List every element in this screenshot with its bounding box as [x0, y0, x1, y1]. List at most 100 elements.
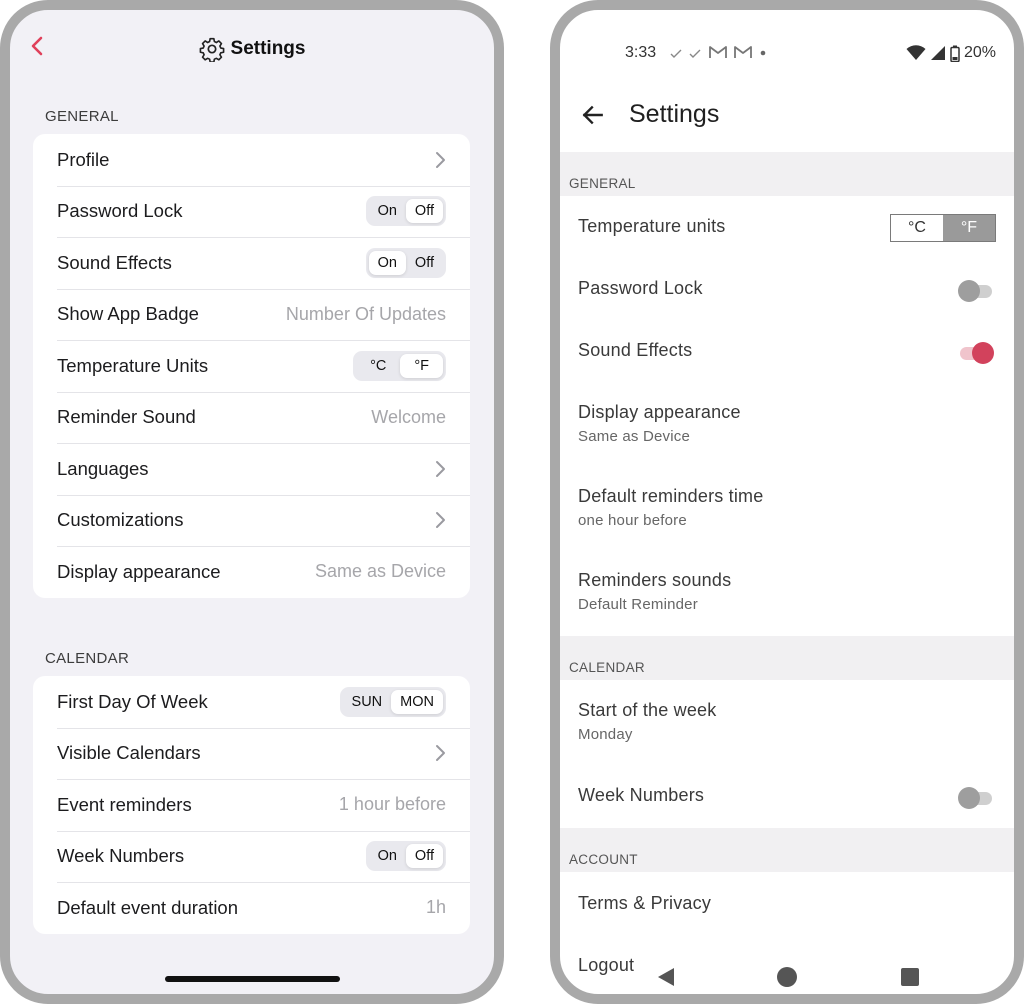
gear-icon: [199, 37, 224, 62]
row-sound-effects: Sound Effects On Off: [33, 237, 470, 289]
segment-fahrenheit[interactable]: °F: [943, 215, 995, 241]
row-temperature-units: Temperature Units °C °F: [33, 340, 470, 392]
page-title: Settings: [629, 100, 720, 128]
row-value: Same as Device: [314, 561, 446, 582]
section-title-calendar: CALENDAR: [45, 650, 130, 667]
segment-mon[interactable]: MON: [391, 689, 443, 714]
segment-celsius[interactable]: °C: [891, 215, 943, 241]
row-label: Sound Effects: [578, 340, 693, 360]
row-event-reminders[interactable]: Event reminders 1 hour before: [33, 779, 470, 831]
row-customizations[interactable]: Customizations: [33, 494, 470, 547]
row-default-event-duration[interactable]: Default event duration 1h: [33, 882, 470, 934]
chevron-right-icon: [436, 512, 445, 529]
row-label: Default event duration: [57, 896, 239, 918]
calendar-settings-card: First Day Of Week SUN MON Visible Calend…: [33, 676, 470, 934]
row-label: Password Lock: [57, 200, 183, 222]
sound-effects-toggle[interactable]: [958, 341, 996, 364]
gmail-icon: [734, 46, 752, 58]
nav-recents-icon[interactable]: [900, 967, 920, 987]
segment-fahrenheit[interactable]: °F: [400, 353, 443, 378]
wifi-icon: [906, 45, 926, 60]
row-value: 1h: [425, 897, 446, 918]
row-label: Start of the week: [578, 700, 717, 720]
row-sound-effects[interactable]: Sound Effects: [578, 340, 996, 361]
android-header: Settings: [560, 82, 1014, 150]
row-label: Customizations: [57, 509, 184, 531]
row-label: Show App Badge: [57, 303, 199, 325]
row-languages[interactable]: Languages: [33, 443, 470, 495]
row-terms-privacy[interactable]: Terms & Privacy: [578, 893, 996, 914]
temperature-segmented: °C °F: [353, 350, 446, 381]
nav-home-icon[interactable]: [775, 965, 799, 989]
password-lock-toggle[interactable]: [958, 279, 996, 302]
check-icon: [670, 49, 682, 58]
nav-back-icon[interactable]: [656, 966, 676, 988]
row-label: Reminders sounds: [578, 570, 732, 590]
row-label: Display appearance: [57, 560, 221, 582]
row-label: Visible Calendars: [57, 742, 201, 764]
row-label: Reminder Sound: [57, 406, 196, 428]
row-display-appearance[interactable]: Display appearance Same as Device: [33, 546, 470, 598]
segment-on[interactable]: On: [368, 250, 406, 275]
page-title: Settings: [230, 38, 306, 59]
row-reminders-sounds[interactable]: Reminders sounds Default Reminder: [578, 570, 996, 613]
home-indicator[interactable]: [165, 976, 340, 982]
segment-off[interactable]: Off: [405, 844, 443, 869]
row-label: Week Numbers: [578, 785, 705, 805]
segment-on[interactable]: On: [369, 199, 406, 223]
status-time: 3:33: [625, 44, 657, 61]
notification-icons: [670, 46, 767, 62]
segment-on[interactable]: On: [369, 844, 406, 868]
section-title-general: GENERAL: [560, 152, 1014, 196]
row-subtitle: one hour before: [578, 512, 687, 529]
chevron-right-icon: [436, 460, 445, 477]
segment-celsius[interactable]: °C: [356, 354, 400, 378]
section-title-calendar: CALENDAR: [560, 636, 1014, 680]
row-start-of-week[interactable]: Start of the week Monday: [578, 700, 996, 743]
chevron-right-icon: [436, 151, 445, 168]
row-password-lock: Password Lock On Off: [33, 185, 470, 238]
row-label: Profile: [57, 148, 110, 170]
row-label: Event reminders: [57, 793, 192, 815]
row-password-lock[interactable]: Password Lock: [578, 278, 996, 299]
signal-icon: [930, 46, 945, 60]
ios-header: Settings: [10, 10, 494, 90]
gmail-icon: [708, 46, 727, 58]
row-label: Temperature Units: [57, 354, 209, 376]
row-subtitle: Monday: [578, 726, 633, 743]
row-label: Languages: [57, 457, 149, 479]
row-week-numbers[interactable]: Week Numbers: [578, 785, 996, 806]
android-nav-bar: [560, 962, 1014, 992]
week-numbers-toggle[interactable]: [958, 786, 996, 809]
row-value: Number Of Updates: [285, 303, 446, 324]
row-value: Welcome: [371, 406, 446, 427]
status-right: 20%: [906, 44, 996, 62]
row-show-app-badge[interactable]: Show App Badge Number Of Updates: [33, 288, 470, 341]
row-label: First Day Of Week: [57, 690, 208, 712]
row-reminder-sound[interactable]: Reminder Sound Welcome: [33, 391, 470, 444]
segment-off[interactable]: Off: [405, 199, 443, 224]
row-default-reminders-time[interactable]: Default reminders time one hour before: [578, 486, 996, 529]
android-phone-frame: 3:33 20% Settings GENERAL Temperature un…: [550, 0, 1024, 1004]
sound-effects-segmented: On Off: [365, 247, 446, 278]
segment-off[interactable]: Off: [406, 251, 443, 275]
row-subtitle: Same as Device: [578, 428, 691, 445]
chevron-right-icon: [436, 745, 445, 762]
temperature-segmented: °C °F: [890, 214, 996, 242]
dot-icon: [761, 50, 766, 56]
row-first-day-of-week: First Day Of Week SUN MON: [33, 676, 470, 728]
row-subtitle: Default Reminder: [578, 596, 698, 613]
status-bar: 3:33 20%: [560, 38, 1014, 68]
first-day-segmented: SUN MON: [339, 686, 446, 717]
row-profile[interactable]: Profile: [33, 134, 470, 186]
arrow-left-icon[interactable]: [580, 102, 606, 128]
segment-sun[interactable]: SUN: [343, 690, 392, 714]
row-visible-calendars[interactable]: Visible Calendars: [33, 727, 470, 780]
section-title-account: ACCOUNT: [560, 828, 1014, 872]
row-label: Password Lock: [578, 278, 703, 298]
row-display-appearance[interactable]: Display appearance Same as Device: [578, 402, 996, 445]
password-lock-segmented: On Off: [365, 196, 446, 227]
check-icon: [689, 49, 701, 58]
row-label: Sound Effects: [57, 251, 172, 273]
row-label: Default reminders time: [578, 486, 764, 506]
